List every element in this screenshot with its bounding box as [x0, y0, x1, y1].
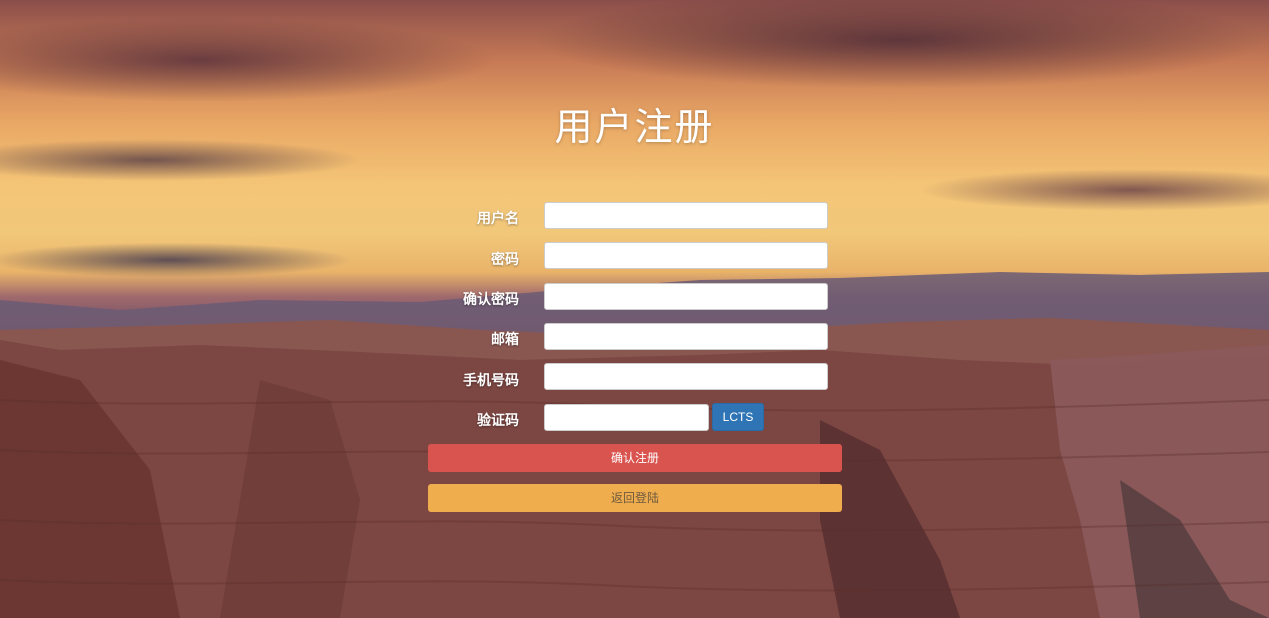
email-input[interactable] [544, 323, 828, 350]
back-to-login-button[interactable]: 返回登陆 [428, 484, 842, 512]
confirm-password-label: 确认密码 [463, 292, 519, 308]
captcha-label: 验证码 [477, 413, 519, 429]
username-input[interactable] [544, 202, 828, 229]
password-label: 密码 [491, 252, 519, 268]
confirm-password-input[interactable] [544, 283, 828, 310]
username-label: 用户名 [477, 211, 519, 227]
phone-input[interactable] [544, 363, 828, 390]
email-label: 邮箱 [491, 332, 519, 348]
page-title: 用户注册 [554, 105, 715, 149]
confirm-register-button[interactable]: 确认注册 [428, 444, 842, 472]
phone-label: 手机号码 [463, 373, 519, 389]
captcha-input[interactable] [544, 404, 709, 431]
password-input[interactable] [544, 242, 828, 269]
captcha-button[interactable]: LCTS [712, 403, 764, 431]
